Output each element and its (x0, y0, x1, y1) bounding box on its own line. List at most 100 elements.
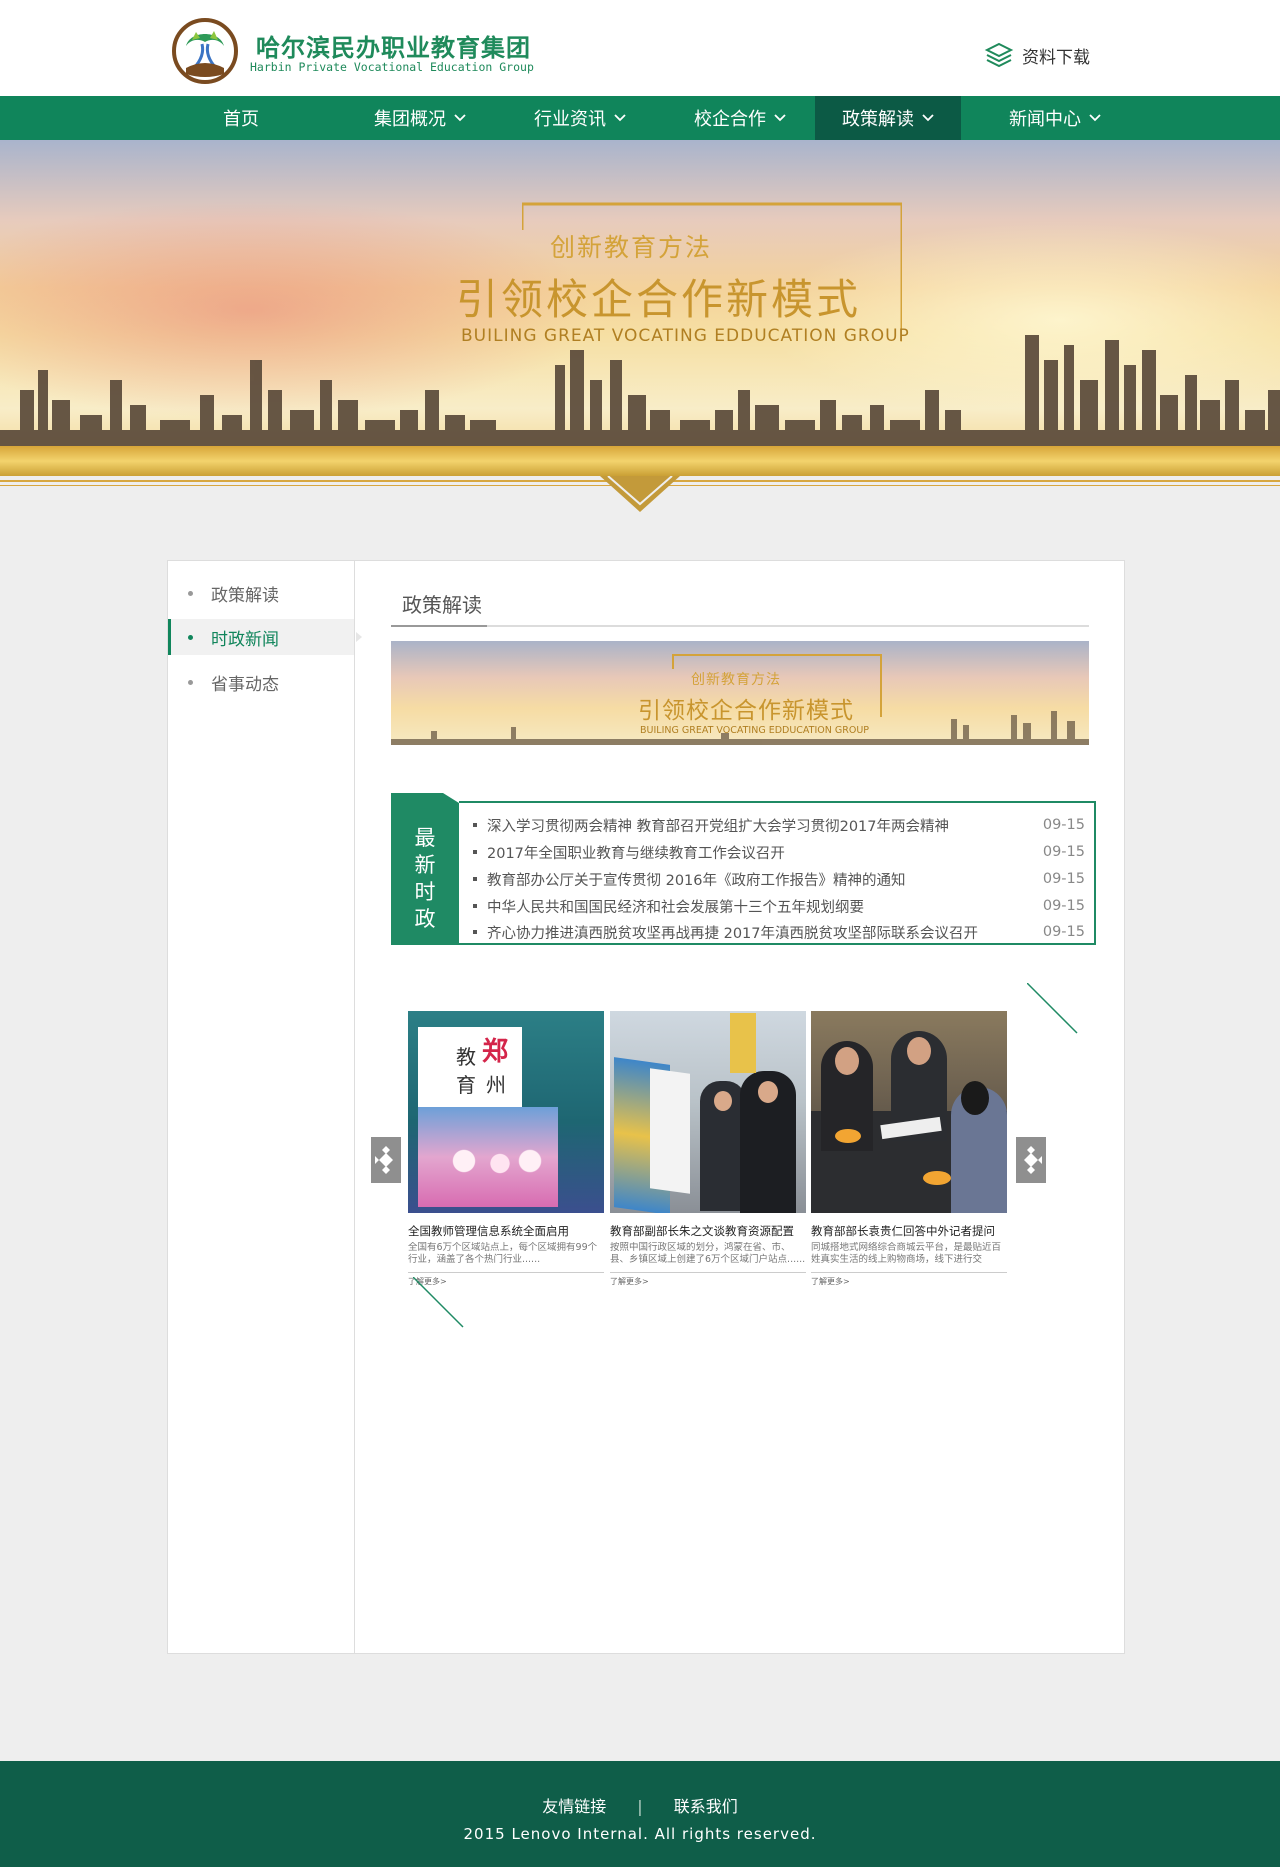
news-title: 教育部办公厅关于宣传贯彻 2016年《政府工作报告》精神的通知 (487, 872, 906, 889)
card-title: 全国教师管理信息系统全面启用 (408, 1224, 569, 1238)
sidebar-item-label: 省事动态 (211, 674, 279, 695)
bullet-icon (473, 930, 477, 934)
footer-separator: | (637, 1797, 643, 1816)
diagonal-line-decoration (413, 1277, 464, 1328)
hero-banner: 创新教育方法 引领校企合作新模式 BUILING GREAT VOCATING … (0, 140, 1280, 512)
magazine-char: 郑 (482, 1037, 509, 1067)
news-date: 09-15 (1042, 924, 1085, 940)
brand-name-en: Harbin Private Vocational Education Grou… (250, 60, 534, 74)
chevron-down-icon (1089, 114, 1101, 122)
bullet-icon (473, 850, 477, 854)
banner-line-2: 引领校企合作新模式 (638, 698, 854, 724)
hero-line-1: 创新教育方法 (550, 233, 713, 262)
nav-item-label: 首页 (223, 109, 259, 130)
carousel-card[interactable]: 教 郑 育 州 全国教师管理信息系统全面启用 全国有6万个区域站点上，每个区域拥… (408, 1011, 604, 1287)
chevron-down-icon (614, 114, 626, 122)
tree-logo-icon[interactable] (172, 18, 238, 84)
hero-gold-floor (0, 446, 1280, 476)
active-pointer-icon (356, 632, 362, 642)
nav-item-overview[interactable]: 集团概况 (350, 96, 490, 140)
bullet-icon (473, 823, 477, 827)
site-footer: 友情链接 | 联系我们 2015 Lenovo Internal. All ri… (0, 1761, 1280, 1867)
copyright-text: 2015 Lenovo Internal. All rights reserve… (463, 1825, 817, 1843)
nav-item-policy[interactable]: 政策解读 (815, 96, 961, 140)
chevron-down-icon (774, 114, 786, 122)
content-banner: 创新教育方法 引领校企合作新模式 BUILING GREAT VOCATING … (391, 641, 1089, 745)
nav-item-home[interactable]: 首页 (186, 96, 296, 140)
bullet-dot-icon (188, 634, 193, 640)
carousel-prev-button[interactable] (371, 1137, 401, 1183)
sidebar-item-provincial-affairs[interactable]: 省事动态 (168, 664, 354, 700)
news-item[interactable]: 齐心协力推进滇西脱贫攻坚再战再捷 2017年滇西脱贫攻坚部际联系会议召开 09-… (473, 921, 1085, 943)
main-nav: 首页 集团概况 行业资讯 校企合作 政策解读 新闻中心 (0, 96, 1280, 140)
card-image: 教 郑 育 州 (408, 1011, 604, 1213)
nav-item-label: 集团概况 (374, 109, 446, 130)
sidebar-item-policy[interactable]: 政策解读 (168, 575, 354, 611)
layers-icon (984, 42, 1014, 68)
next-arrow-icon (1016, 1137, 1046, 1183)
nav-item-label: 政策解读 (842, 109, 914, 130)
photo-carousel: 教 郑 育 州 全国教师管理信息系统全面启用 全国有6万个区域站点上，每个区域拥… (371, 1011, 1089, 1286)
card-description: 全国有6万个区域站点上，每个区域拥有99个行业，涵盖了各个热门行业...... (408, 1242, 598, 1265)
download-label: 资料下载 (1022, 47, 1090, 68)
news-item[interactable]: 教育部办公厅关于宣传贯彻 2016年《政府工作报告》精神的通知 09-15 (473, 868, 1085, 890)
magazine-char: 育 (456, 1073, 476, 1097)
news-date: 09-15 (1042, 844, 1085, 860)
read-more-link[interactable]: 了解更多> (811, 1276, 1007, 1287)
news-date: 09-15 (1042, 817, 1085, 833)
title-underline (391, 625, 1089, 627)
news-title: 中华人民共和国国民经济和社会发展第十三个五年规划纲要 (487, 899, 864, 916)
carousel-next-button[interactable] (1016, 1137, 1046, 1183)
chevron-down-icon (454, 114, 466, 122)
bullet-icon (473, 877, 477, 881)
read-more-link[interactable]: 了解更多> (610, 1276, 806, 1287)
news-title: 深入学习贯彻两会精神 教育部召开党组扩大会学习贯彻2017年两会精神 (487, 818, 950, 835)
card-title: 教育部部长袁贵仁回答中外记者提问 (811, 1224, 995, 1238)
news-label-tab: 最新时政 (391, 793, 459, 945)
hero-line-2: 引领校企合作新模式 (456, 275, 862, 324)
nav-item-label: 新闻中心 (1009, 109, 1081, 130)
bullet-icon (473, 904, 477, 908)
bullet-dot-icon (188, 590, 193, 596)
news-list: 深入学习贯彻两会精神 教育部召开党组扩大会学习贯彻2017年两会精神 09-15… (459, 801, 1096, 945)
card-divider (811, 1272, 1007, 1273)
hero-line-3: BUILING GREAT VOCATING EDDUCATION GROUP (461, 326, 910, 346)
carousel-card[interactable]: 教育部副部长朱之文谈教育资源配置 按照中国行政区域的划分，鸿蒙在省、市、县、乡镇… (610, 1011, 806, 1287)
brand-name-cn: 哈尔滨民办职业教育集团 (256, 34, 531, 62)
chevron-down-icon (922, 114, 934, 122)
latest-news-block: 最新时政 深入学习贯彻两会精神 教育部召开党组扩大会学习贯彻2017年两会精神 … (391, 793, 1096, 969)
sidebar-item-label: 时政新闻 (211, 629, 279, 650)
page-title: 政策解读 (402, 593, 482, 617)
bullet-dot-icon (188, 679, 193, 685)
card-image (610, 1011, 806, 1213)
news-item[interactable]: 2017年全国职业教育与继续教育工作会议召开 09-15 (473, 841, 1085, 863)
nav-item-cooperation[interactable]: 校企合作 (670, 96, 810, 140)
nav-item-news-center[interactable]: 新闻中心 (985, 96, 1125, 140)
friend-links-link[interactable]: 友情链接 (542, 1797, 606, 1816)
download-link[interactable]: 资料下载 (984, 40, 1090, 70)
nav-item-label: 校企合作 (694, 109, 766, 130)
sidebar-item-current-news[interactable]: 时政新闻 (168, 619, 362, 655)
down-arrow-icon (600, 476, 680, 512)
news-date: 09-15 (1042, 871, 1085, 887)
sidebar: 政策解读 时政新闻 省事动态 (168, 561, 362, 1653)
news-title: 2017年全国职业教育与继续教育工作会议召开 (487, 845, 785, 862)
card-title: 教育部副部长朱之文谈教育资源配置 (610, 1224, 794, 1238)
card-description: 按照中国行政区域的划分，鸿蒙在省、市、县、乡镇区域上创建了6万个区域门户站点..… (610, 1242, 806, 1265)
nav-item-industry-news[interactable]: 行业资讯 (510, 96, 650, 140)
nav-item-label: 行业资讯 (534, 109, 606, 130)
sidebar-item-label: 政策解读 (211, 585, 279, 606)
carousel-card[interactable]: 教育部部长袁贵仁回答中外记者提问 同城搭地式网络综合商城云平台，是最贴近百姓真实… (811, 1011, 1007, 1287)
news-item[interactable]: 中华人民共和国国民经济和社会发展第十三个五年规划纲要 09-15 (473, 895, 1085, 917)
magazine-char: 州 (486, 1073, 506, 1097)
card-image (811, 1011, 1007, 1213)
contact-us-link[interactable]: 联系我们 (674, 1797, 738, 1816)
footer-links: 友情链接 | 联系我们 (0, 1793, 1280, 1817)
card-divider (408, 1272, 604, 1273)
prev-arrow-icon (371, 1137, 401, 1183)
news-item[interactable]: 深入学习贯彻两会精神 教育部召开党组扩大会学习贯彻2017年两会精神 09-15 (473, 814, 1085, 836)
banner-line-1: 创新教育方法 (691, 672, 781, 688)
card-divider (610, 1272, 806, 1273)
news-date: 09-15 (1042, 898, 1085, 914)
card-description: 同城搭地式网络综合商城云平台，是最贴近百姓真实生活的线上购物商场，线下进行交易.… (811, 1242, 1002, 1265)
